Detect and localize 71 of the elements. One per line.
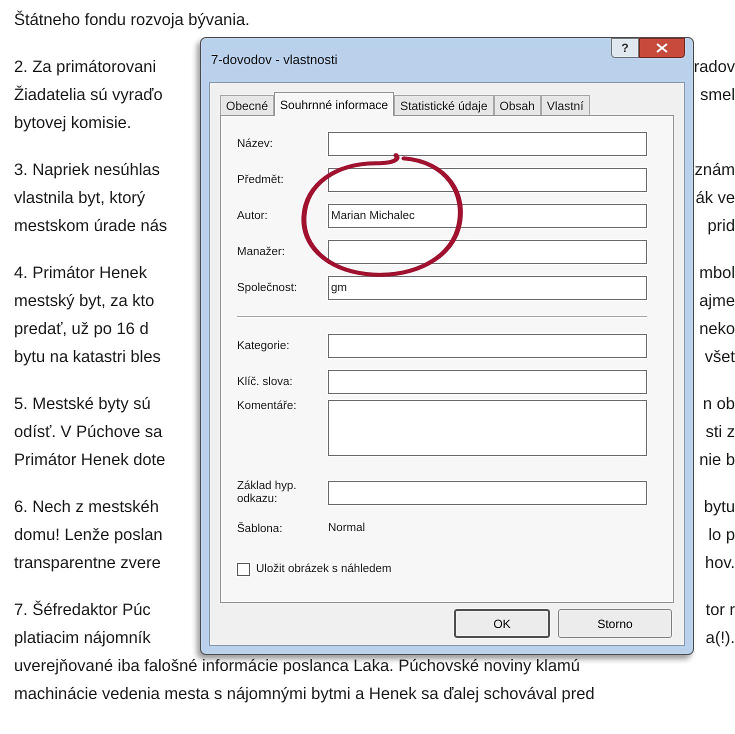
- comments-field[interactable]: [328, 400, 647, 456]
- document-text: transparentne zvere: [14, 553, 161, 574]
- document-text: n ob: [702, 394, 735, 415]
- input-field[interactable]: Marian Michalec: [328, 204, 647, 228]
- document-text: mestský byt, za kto: [14, 291, 154, 312]
- document-text: machinácie vedenia mesta s nájomnými bytmi a Henek sa ďalej schovával pred: [14, 684, 595, 705]
- close-button[interactable]: [639, 38, 685, 58]
- document-text: znám: [694, 160, 735, 181]
- field-label: Název:: [237, 138, 274, 150]
- document-text: prid: [707, 216, 735, 237]
- document-text: radov: [694, 57, 735, 78]
- document-text: lo p: [708, 525, 735, 546]
- field-label: Základ hyp. odkazu:: [237, 480, 298, 506]
- ok-button[interactable]: OK: [454, 609, 550, 638]
- document-text: smel: [700, 85, 735, 106]
- document-text: 4. Primátor Henek: [14, 263, 147, 284]
- cancel-button[interactable]: Storno: [558, 609, 672, 638]
- document-text: Primátor Henek dote: [14, 450, 166, 471]
- tab[interactable]: Souhrnné informace: [274, 92, 394, 116]
- field-label: Klíč. slova:: [237, 376, 294, 388]
- field-label: Autor:: [237, 210, 269, 222]
- document-text: ajme: [699, 291, 735, 312]
- field-label: Kategorie:: [237, 340, 290, 352]
- document-text: 2. Za primátorovani: [14, 57, 156, 78]
- input-field[interactable]: [328, 132, 647, 156]
- input-field[interactable]: gm: [328, 276, 647, 300]
- document-text: ák ve: [696, 188, 735, 209]
- checkbox[interactable]: [237, 563, 250, 576]
- document-text: tor r: [706, 600, 735, 621]
- document-text: bytovej komisie.: [14, 113, 132, 134]
- document-text: uverejňované iba falošné informácie poslanca Laka. Púchovské noviny klamú: [14, 656, 580, 677]
- document-text: mestskom úrade nás: [14, 216, 168, 237]
- tab[interactable]: Statistické údaje: [394, 95, 494, 115]
- tab[interactable]: Obsah: [494, 95, 541, 115]
- document-text: 3. Napriek nesúhlas: [14, 160, 160, 181]
- window-title: 7-dovodov - vlastnosti: [210, 51, 338, 70]
- document-text: neko: [699, 319, 735, 340]
- tab[interactable]: Vlastní: [540, 95, 590, 115]
- document-text: nie b: [699, 450, 735, 471]
- field-label: Společnost:: [237, 282, 298, 294]
- document-text: hov.: [705, 553, 735, 574]
- input-field[interactable]: [328, 370, 647, 394]
- document-text: 5. Mestské byty sú: [14, 394, 151, 415]
- document-text: Štátneho fondu rozvoja bývania.: [14, 10, 250, 31]
- field-value: Normal: [328, 521, 366, 536]
- input-field[interactable]: [328, 168, 647, 192]
- document-text: bytu: [704, 497, 735, 518]
- document-text: domu! Lenže poslan: [14, 525, 163, 546]
- close-icon: [656, 43, 668, 53]
- tab[interactable]: Obecné: [220, 95, 274, 115]
- document-text: Žiadatelia sú vyraďo: [14, 84, 163, 106]
- document-text: sti z: [706, 422, 735, 443]
- document-text: mbol: [699, 263, 735, 284]
- document-text: odísť. V Púchove sa: [14, 422, 162, 443]
- help-button[interactable]: ?: [611, 38, 639, 58]
- document-text: všet: [704, 347, 735, 368]
- document-text: predať, už po 16 d: [14, 319, 149, 340]
- document-text: 7. Šéfredaktor Púc: [14, 600, 151, 621]
- document-text: bytu na katastri bles: [14, 347, 161, 368]
- document-text: vlastnila byt, ktorý: [14, 188, 146, 209]
- input-field[interactable]: [328, 481, 647, 505]
- checkbox-label: Uložit obrázek s náhledem: [256, 562, 392, 577]
- document-text: a(!).: [706, 628, 735, 649]
- field-label: Komentáře:: [237, 400, 298, 413]
- document-text: platiacim nájomník: [14, 628, 151, 649]
- field-label: Šablona:: [237, 522, 284, 536]
- document-text: 6. Nech z mestskéh: [14, 497, 159, 518]
- input-field[interactable]: [328, 334, 647, 358]
- input-field[interactable]: [328, 240, 647, 264]
- field-label: Manažer:: [237, 246, 286, 258]
- field-label: Předmět:: [237, 174, 285, 186]
